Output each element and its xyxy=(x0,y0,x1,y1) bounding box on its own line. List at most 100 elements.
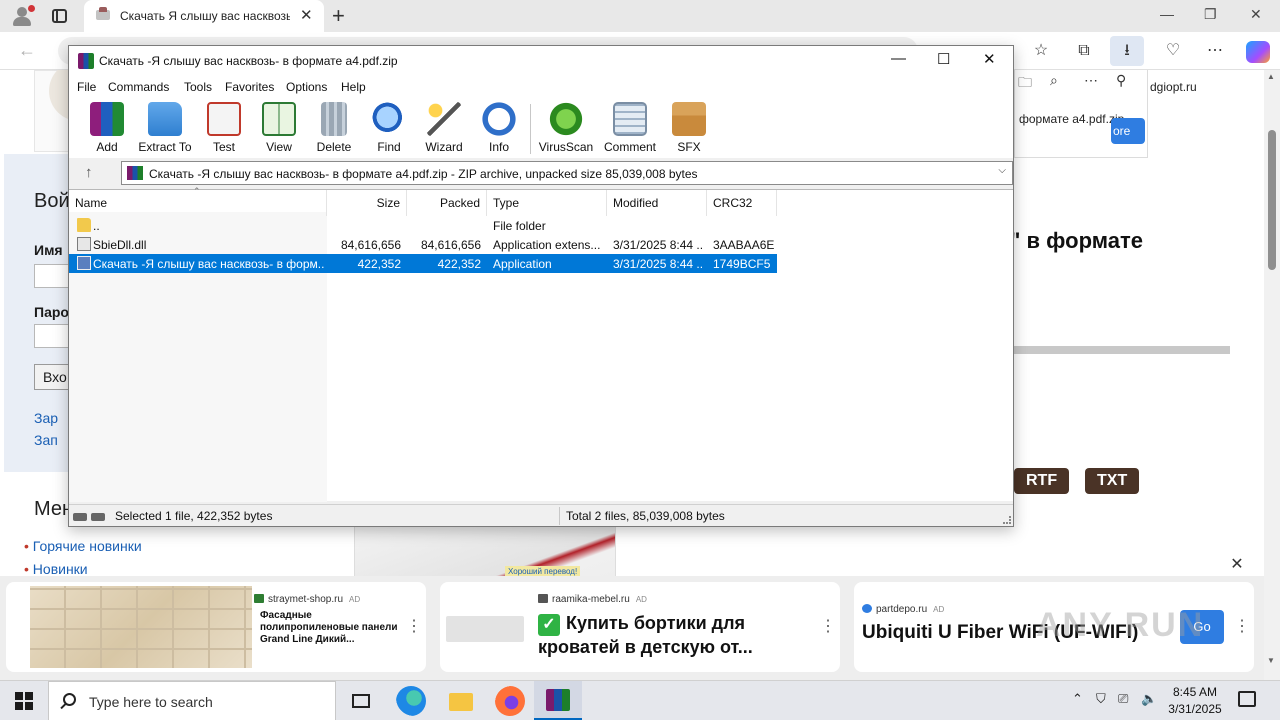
tab-favicon-icon xyxy=(96,7,110,20)
chevron-down-icon[interactable]: ⌵ xyxy=(998,165,1006,176)
ad-text: Фасадные полипропиленовые панели Grand L… xyxy=(260,610,398,645)
menu-link-hot[interactable]: Горячие новинки xyxy=(24,538,142,554)
trash-icon xyxy=(321,102,347,136)
more-menu-icon[interactable]: ⋯ xyxy=(1204,40,1226,62)
clock-date: 3/31/2025 xyxy=(1168,702,1222,716)
copilot-icon[interactable] xyxy=(1246,41,1270,63)
drive-icons[interactable] xyxy=(73,510,109,521)
ad-card-1[interactable]: straymet-shop.ru AD Фасадные полипропилен… xyxy=(6,582,426,672)
browser-minimize-button[interactable]: — xyxy=(1160,6,1174,22)
search-icon xyxy=(63,693,76,706)
ad-image xyxy=(446,616,524,642)
task-view-icon[interactable] xyxy=(346,686,376,716)
file-crc: 3AABAA6E xyxy=(713,238,775,252)
download-site-label: dgiopt.ru xyxy=(1150,80,1197,94)
downloads-icon[interactable]: ⭳ xyxy=(1110,36,1144,66)
sfx-box-icon xyxy=(672,102,706,136)
download-more-button[interactable]: ore xyxy=(1111,118,1145,144)
file-type: Application extens... xyxy=(493,238,601,252)
column-type[interactable]: Type xyxy=(487,190,607,216)
file-name: SbieDll.dll xyxy=(93,238,147,252)
column-crc32[interactable]: CRC32 xyxy=(707,190,777,216)
register-link[interactable]: Зар xyxy=(34,410,58,426)
menu-commands[interactable]: Commands xyxy=(108,80,169,94)
info-button[interactable]: Info xyxy=(467,102,531,156)
column-modified[interactable]: Modified xyxy=(607,190,707,216)
format-txt-button[interactable]: TXT xyxy=(1085,468,1140,494)
menu-link-new[interactable]: Новинки xyxy=(24,561,88,577)
system-clock[interactable]: 8:45 AM 3/31/2025 xyxy=(1160,684,1230,718)
firefox-icon[interactable] xyxy=(495,686,525,716)
up-arrow-icon[interactable]: ↑ xyxy=(85,164,93,181)
file-size: 422,352 xyxy=(357,257,401,271)
edge-browser-icon[interactable] xyxy=(396,686,426,716)
format-rtf-button[interactable]: RTF xyxy=(1014,468,1070,494)
menu-options[interactable]: Options xyxy=(286,80,327,94)
ad-more-icon[interactable]: ⋮ xyxy=(406,616,422,636)
page-scrollbar[interactable]: ▲ ▼ xyxy=(1264,70,1280,680)
ad-domain: raamika-mebel.ru AD xyxy=(538,594,647,605)
archive-path-field[interactable]: Скачать -Я слышу вас насквозь- в формате… xyxy=(121,161,1013,185)
ad-domain: partdepo.ru AD xyxy=(862,604,944,615)
favorites-icon[interactable]: ☆ xyxy=(1030,40,1052,62)
menu-file[interactable]: File xyxy=(77,80,96,94)
browser-close-button[interactable]: ✕ xyxy=(1250,6,1262,23)
more-options-icon[interactable]: ⋯ xyxy=(1084,72,1098,89)
profile-icon[interactable] xyxy=(10,5,35,27)
winrar-titlebar[interactable]: Скачать -Я слышу вас насквозь- в формате… xyxy=(69,46,1013,76)
ad-image xyxy=(30,586,252,668)
file-explorer-icon[interactable] xyxy=(446,686,476,716)
column-size[interactable]: Size xyxy=(327,190,407,216)
column-packed[interactable]: Packed xyxy=(407,190,487,216)
add-archive-icon xyxy=(90,102,124,136)
menu-help[interactable]: Help xyxy=(341,80,366,94)
ad-card-2[interactable]: raamika-mebel.ru AD ✓ Купить бортики для к… xyxy=(440,582,840,672)
scroll-down-icon[interactable]: ▼ xyxy=(1267,656,1275,665)
browser-restore-button[interactable]: ❐ xyxy=(1204,6,1217,23)
status-selected: Selected 1 file, 422,352 bytes xyxy=(115,509,273,523)
resize-grip-icon[interactable] xyxy=(1003,516,1011,524)
ad-more-icon[interactable]: ⋮ xyxy=(1234,616,1250,636)
winrar-close-button[interactable]: ✕ xyxy=(983,50,996,68)
collections-icon[interactable]: ⧉ xyxy=(1073,40,1095,62)
menu-tools[interactable]: Tools xyxy=(184,80,212,94)
ad-close-icon[interactable]: ✕ xyxy=(1226,554,1248,576)
column-name[interactable]: Name ⌃ xyxy=(69,186,327,216)
download-item-name[interactable]: формате а4.pdf.zip xyxy=(1019,112,1124,126)
notification-icon[interactable] xyxy=(1238,691,1256,707)
file-name: Скачать -Я слышу вас насквозь- в форм... xyxy=(93,257,325,271)
file-row-parent[interactable]: .. File folder xyxy=(69,216,777,235)
search-icon[interactable]: ⌕ xyxy=(1050,72,1058,89)
name-label: Имя xyxy=(34,242,63,258)
pin-icon[interactable]: ⚲ xyxy=(1116,72,1126,89)
menu-favorites[interactable]: Favorites xyxy=(225,80,274,94)
winrar-toolbar: Add Extract To Test View Delete Find Wiz… xyxy=(69,98,1013,158)
winrar-taskbar-icon[interactable] xyxy=(534,681,582,720)
browser-essentials-icon[interactable]: ♡ xyxy=(1162,40,1184,62)
taskbar-search-box[interactable]: Type here to search xyxy=(48,681,336,720)
start-windows-icon[interactable] xyxy=(15,692,33,710)
ad-more-icon[interactable]: ⋮ xyxy=(820,616,836,636)
windows-taskbar: Type here to search ⌃ ⛉ ⎚ 🔈 8:45 AM 3/31… xyxy=(0,680,1280,720)
scroll-up-icon[interactable]: ▲ xyxy=(1267,72,1275,81)
network-icon[interactable]: ⎚ xyxy=(1118,691,1128,707)
file-modified: 3/31/2025 8:44 ... xyxy=(613,257,703,271)
virusscan-button[interactable]: VirusScan xyxy=(534,102,598,156)
tray-app-icon[interactable]: ⛉ xyxy=(1096,691,1106,707)
open-folder-icon[interactable]: 🗀 xyxy=(1018,72,1032,96)
file-row-selected-exe[interactable]: Скачать -Я слышу вас насквозь- в форм...… xyxy=(69,254,777,273)
back-arrow-icon[interactable]: ← xyxy=(18,40,36,61)
winrar-minimize-button[interactable]: — xyxy=(891,50,906,67)
comment-bubble-icon xyxy=(613,102,647,136)
sfx-button[interactable]: SFX xyxy=(657,102,721,156)
browser-tab-active[interactable]: Скачать Я слышу вас насквозь ✕ xyxy=(84,0,324,32)
volume-icon[interactable]: 🔈 xyxy=(1141,691,1157,707)
scroll-thumb[interactable] xyxy=(1268,130,1276,270)
winrar-maximize-button[interactable]: ☐ xyxy=(937,50,950,68)
tray-chevron-up-icon[interactable]: ⌃ xyxy=(1072,691,1083,707)
tab-close-icon[interactable]: ✕ xyxy=(300,6,313,24)
new-tab-button[interactable]: + xyxy=(332,3,345,29)
forgot-link[interactable]: Зап xyxy=(34,432,58,448)
tab-actions-icon[interactable] xyxy=(52,9,67,23)
file-row-sbiedll[interactable]: SbieDll.dll 84,616,656 84,616,656 Applic… xyxy=(69,235,777,254)
